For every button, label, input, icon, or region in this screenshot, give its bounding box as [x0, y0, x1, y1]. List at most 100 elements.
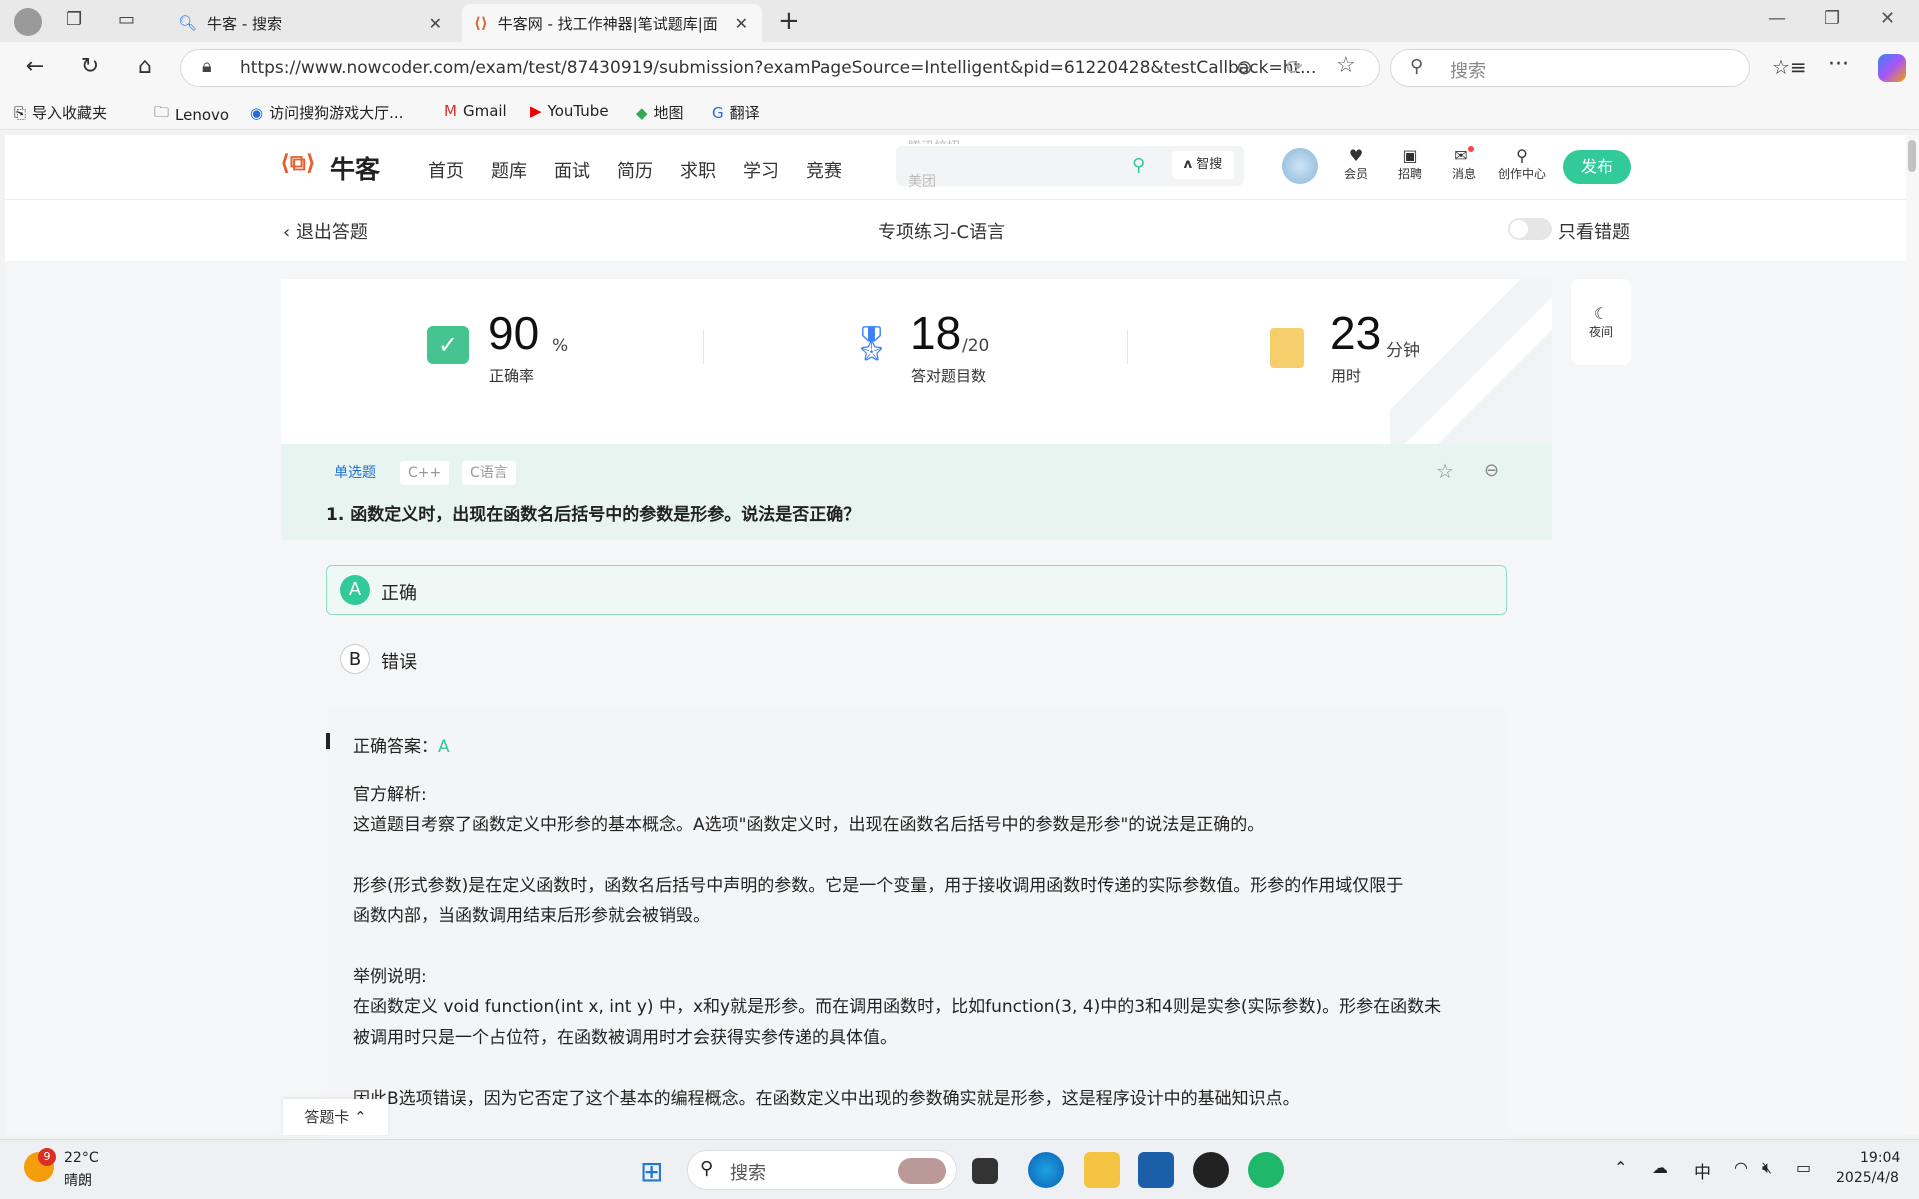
nowcoder-logo-icon[interactable]: ⟨⧉⟩ — [280, 151, 316, 176]
nowcoder-favicon-icon: ⟨⟩ — [474, 14, 488, 32]
maps-icon: ◆ — [636, 103, 648, 122]
result-stats-card — [281, 279, 1552, 444]
bookmark-sogou[interactable]: ◉ 访问搜狗游戏大厅... — [250, 102, 403, 123]
analysis-line: 这道题目考察了函数定义中形参的基本概念。A选项"函数定义时，出现在函数名后括号中… — [353, 815, 1265, 835]
menu-contest[interactable]: 竞赛 — [806, 157, 842, 183]
question-header — [281, 444, 1552, 540]
menu-learn[interactable]: 学习 — [743, 157, 779, 183]
site-logo-text[interactable]: 牛客 — [330, 150, 380, 186]
copilot-icon[interactable] — [1878, 54, 1906, 82]
green-app-icon[interactable] — [1248, 1152, 1284, 1188]
wrong-only-label: 只看错题 — [1558, 222, 1630, 243]
search-icon: ⚲ — [1410, 56, 1424, 77]
menu-questions[interactable]: 题库 — [491, 157, 527, 183]
exit-exam-link[interactable]: ‹ 退出答题 — [283, 218, 368, 244]
option-b-text[interactable]: 错误 — [381, 648, 417, 674]
close-icon[interactable]: ✕ — [735, 14, 748, 33]
tab-title: 牛客 - 搜索 — [207, 14, 282, 33]
refresh-icon[interactable]: ↻ — [75, 54, 105, 79]
bookmark-gmail[interactable]: M Gmail — [444, 102, 507, 120]
translate-page-icon[interactable]: ⟳ — [1286, 55, 1303, 79]
bookmark-maps[interactable]: ◆ 地图 — [636, 102, 684, 123]
minimize-icon[interactable]: — — [1768, 8, 1786, 29]
window-close-icon[interactable]: ✕ — [1880, 8, 1895, 29]
night-mode-button[interactable]: ☾ 夜间 — [1571, 279, 1631, 365]
search-icon[interactable]: ⚲ — [1132, 155, 1145, 176]
answer-card-toggle[interactable]: 答题卡 ⌃ — [283, 1099, 388, 1135]
correct-label: 答对题目数 — [911, 367, 987, 385]
wifi-icon[interactable]: ◠ — [1734, 1158, 1748, 1177]
close-icon[interactable]: ✕ — [429, 14, 442, 33]
collapse-icon[interactable]: ⊖ — [1484, 460, 1499, 481]
site-info-icon[interactable]: 🔒︎ — [202, 56, 212, 77]
menu-interview[interactable]: 面试 — [554, 157, 590, 183]
zoom-icon[interactable]: ⊖ — [1236, 55, 1253, 79]
restore-icon[interactable]: ❐ — [1824, 8, 1840, 29]
workspaces-icon[interactable]: ❐ — [66, 9, 82, 30]
youtube-icon: ▶ — [530, 102, 542, 120]
chevron-up-icon[interactable]: ⌃ — [1614, 1158, 1627, 1177]
menu-jobs[interactable]: 求职 — [680, 157, 716, 183]
file-explorer-icon[interactable] — [1084, 1152, 1120, 1188]
more-icon[interactable]: ··· — [1828, 52, 1849, 77]
check-icon: ✓ — [427, 326, 469, 364]
bookmark-translate[interactable]: G 翻译 — [712, 102, 760, 123]
topic-tag: C语言 — [462, 461, 516, 485]
favorites-icon[interactable]: ☆≡ — [1772, 55, 1807, 79]
cloud-icon[interactable]: ☁ — [1652, 1158, 1668, 1177]
clock-date[interactable]: 2025/4/8 — [1836, 1170, 1899, 1186]
browser-search-box[interactable] — [1390, 49, 1750, 87]
header-vip[interactable]: ♥ 会员 — [1336, 146, 1376, 182]
option-b-key[interactable]: B — [340, 644, 370, 674]
accent-bar — [326, 733, 330, 749]
bookmark-import[interactable]: ⎘ 导入收藏夹 — [14, 102, 107, 123]
bookmark-youtube[interactable]: ▶ YouTube — [530, 102, 609, 120]
option-a[interactable] — [326, 565, 1507, 615]
zhisou-button[interactable]: ʌ 智搜 — [1172, 151, 1234, 179]
analysis-line: 举例说明: — [353, 967, 427, 987]
header-recruit[interactable]: ▣ 招聘 — [1390, 146, 1430, 182]
vertical-scrollbar[interactable] — [1906, 135, 1919, 1135]
search-hint-top: 腾讯校招 — [908, 136, 960, 144]
vertical-tabs-icon[interactable]: ▭ — [118, 9, 135, 30]
moon-icon: ☾ — [1593, 304, 1609, 323]
favorite-star-icon[interactable]: ☆ — [1336, 53, 1356, 78]
vip-icon: ♥ — [1348, 146, 1364, 165]
app-icon[interactable] — [1138, 1152, 1174, 1188]
qq-icon[interactable] — [1193, 1152, 1229, 1188]
search-icon: 🔍︎ — [178, 14, 198, 32]
card-decoration — [1390, 279, 1552, 444]
tab-search[interactable]: 🔍︎ 牛客 - 搜索 ✕ — [166, 4, 456, 42]
clock-time[interactable]: 19:04 — [1860, 1150, 1900, 1166]
favorite-star-icon[interactable]: ☆ — [1436, 459, 1454, 483]
weather-desc[interactable]: 晴朗 — [64, 1170, 92, 1190]
home-icon[interactable]: ⌂ — [130, 54, 160, 79]
scrollbar-thumb[interactable] — [1908, 140, 1916, 172]
mute-icon[interactable]: 🔇︎ — [1762, 1158, 1772, 1178]
windows-start-icon[interactable]: ⊞ — [640, 1155, 663, 1188]
header-creator[interactable]: ⚲ 创作中心 — [1494, 146, 1550, 182]
chevron-left-icon: ‹ — [283, 222, 291, 243]
menu-home[interactable]: 首页 — [428, 157, 464, 183]
analysis-title: 官方解析: — [353, 785, 427, 805]
wrong-only-toggle[interactable] — [1508, 218, 1552, 240]
user-avatar[interactable] — [1282, 148, 1318, 184]
profile-avatar[interactable] — [14, 8, 42, 36]
search-hint: 美团 — [908, 174, 936, 187]
new-tab-icon[interactable]: + — [778, 6, 800, 36]
edge-icon[interactable] — [1028, 1152, 1064, 1188]
menu-resume[interactable]: 简历 — [617, 157, 653, 183]
accuracy-unit: % — [552, 336, 569, 356]
battery-icon[interactable]: ▭ — [1796, 1158, 1811, 1177]
task-view-icon[interactable] — [972, 1158, 998, 1184]
chevron-up-icon: ⌃ — [354, 1108, 367, 1126]
publish-button[interactable]: 发布 — [1563, 150, 1631, 184]
tab-nowcoder[interactable]: ⟨⟩ 牛客网 - 找工作神器|笔试题库|面试 ✕ — [462, 4, 762, 42]
bookmark-lenovo[interactable]: 🗀 Lenovo — [154, 102, 229, 127]
back-icon[interactable]: ← — [20, 54, 50, 79]
url-text[interactable]: https://www.nowcoder.com/exam/test/87430… — [240, 58, 1316, 78]
ime-indicator[interactable]: 中 — [1694, 1158, 1711, 1183]
weather-temp[interactable]: 22°C — [64, 1150, 99, 1166]
header-messages[interactable]: ✉ 消息 — [1444, 146, 1484, 182]
weather-badge: 9 — [38, 1148, 56, 1166]
